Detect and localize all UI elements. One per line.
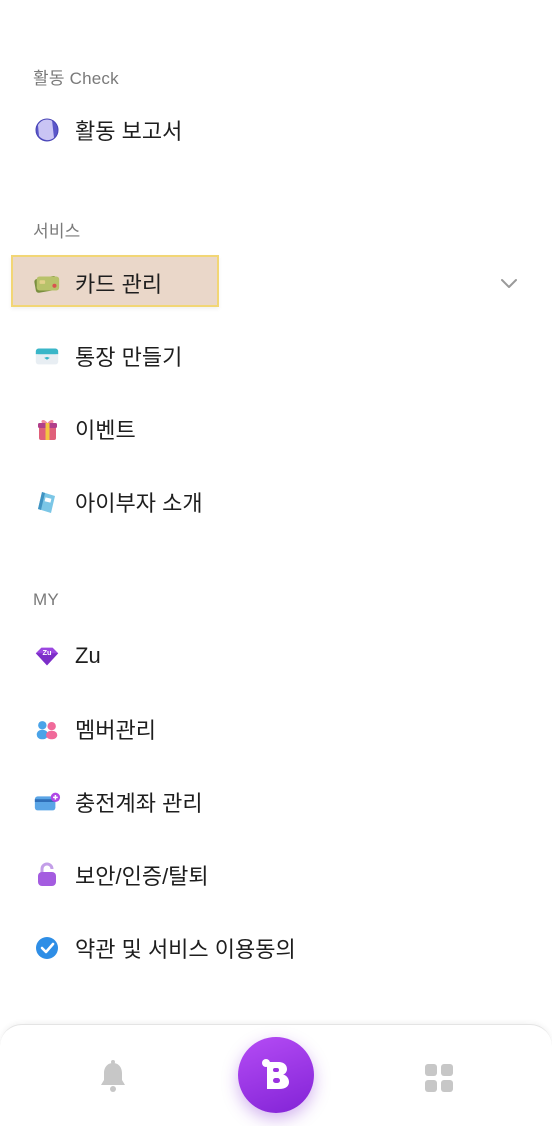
menu-item-charge-account[interactable]: 충전계좌 관리 xyxy=(33,782,203,822)
menu-item-label: 충전계좌 관리 xyxy=(75,791,203,816)
menu-item-event[interactable]: 이벤트 xyxy=(33,409,136,449)
menu-item-label: 활동 보고서 xyxy=(75,119,183,144)
apps-grid-icon[interactable] xyxy=(423,1062,455,1094)
section-label-activity: 활동 Check xyxy=(33,69,119,88)
menu-item-label: 이벤트 xyxy=(75,418,136,443)
members-icon xyxy=(33,715,61,743)
menu-item-member-management[interactable]: 멤버관리 xyxy=(33,709,156,749)
menu-item-label: 카드 관리 xyxy=(75,272,163,297)
section-label-service: 서비스 xyxy=(33,222,81,241)
menu-item-label: 아이부자 소개 xyxy=(75,491,203,516)
menu-item-card-management[interactable]: 카드 관리 xyxy=(33,263,162,303)
menu-item-zu[interactable]: Zu Zu xyxy=(33,636,101,676)
menu-item-terms[interactable]: 약관 및 서비스 이용동의 xyxy=(33,928,296,968)
menu-item-about-aibooja[interactable]: 아이부자 소개 xyxy=(33,482,203,522)
home-brand-button[interactable] xyxy=(238,1037,314,1113)
book-icon xyxy=(33,488,61,516)
menu-item-activity-report[interactable]: 활동 보고서 xyxy=(33,110,182,150)
menu-item-label: 통장 만들기 xyxy=(75,345,183,370)
svg-text:Zu: Zu xyxy=(42,648,52,657)
lock-icon xyxy=(33,861,61,889)
section-label-my: MY xyxy=(33,590,59,609)
card-icon xyxy=(33,269,61,297)
menu-item-create-bankbook[interactable]: 통장 만들기 xyxy=(33,336,182,376)
bankbook-icon xyxy=(33,342,61,370)
menu-item-label: Zu xyxy=(75,643,101,668)
brand-b-icon xyxy=(262,1059,289,1089)
menu-item-label: 멤버관리 xyxy=(75,718,156,743)
check-circle-icon xyxy=(33,934,61,962)
menu-item-security[interactable]: 보안/인증/탈퇴 xyxy=(33,855,209,895)
gift-icon xyxy=(33,415,61,443)
menu-item-label: 약관 및 서비스 이용동의 xyxy=(75,937,296,962)
chevron-down-icon[interactable] xyxy=(498,272,520,294)
bell-icon[interactable] xyxy=(96,1058,130,1094)
activity-report-icon xyxy=(33,116,61,144)
menu-item-label: 보안/인증/탈퇴 xyxy=(75,864,209,889)
charge-account-icon xyxy=(33,788,61,816)
zu-gem-icon: Zu xyxy=(33,642,61,670)
